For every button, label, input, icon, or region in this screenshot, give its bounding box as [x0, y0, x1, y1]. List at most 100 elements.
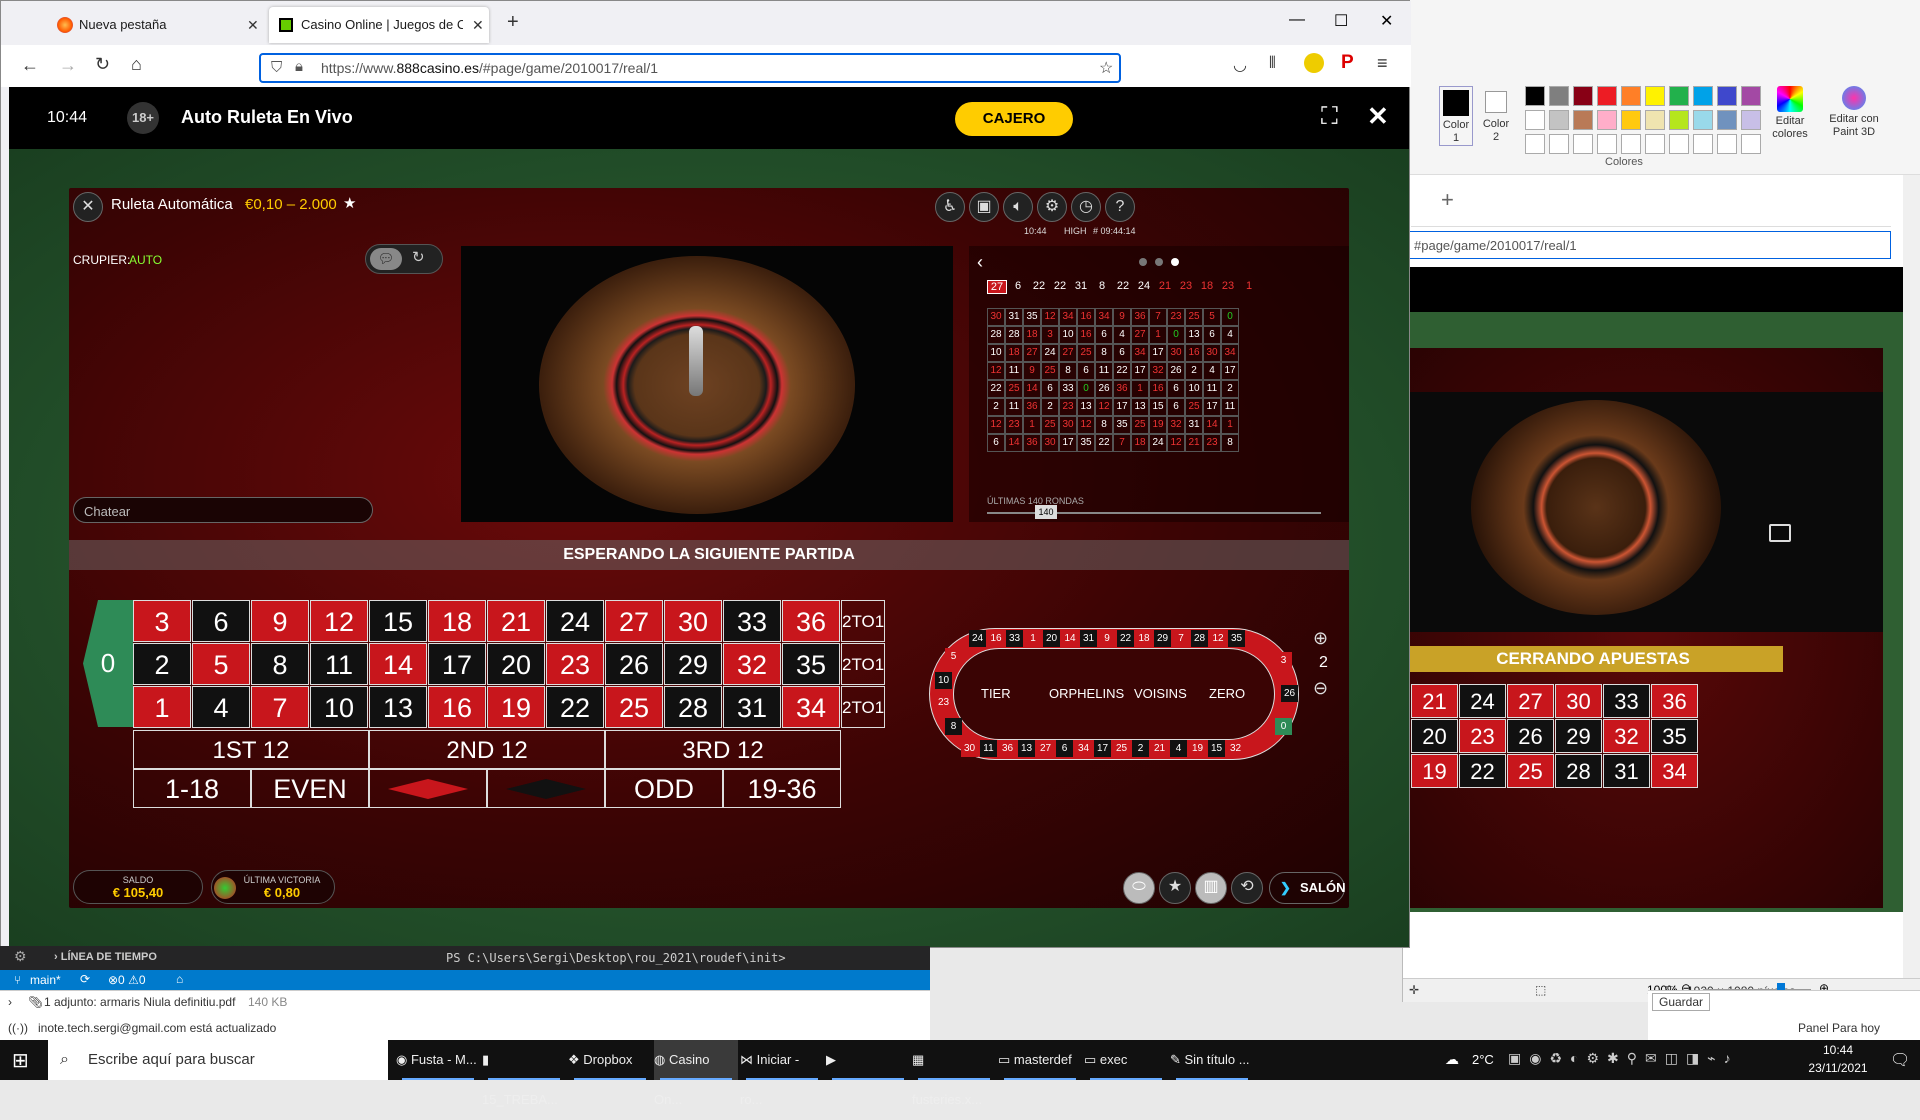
- pocket-icon[interactable]: ◡: [1233, 55, 1247, 75]
- racetrack-number[interactable]: 0: [1275, 718, 1292, 735]
- racetrack-number[interactable]: 19: [1189, 740, 1206, 757]
- history-clock-icon[interactable]: ◷: [1071, 192, 1101, 222]
- number-cell[interactable]: 17: [428, 643, 486, 685]
- racetrack-number[interactable]: 34: [1075, 740, 1092, 757]
- palette-swatch[interactable]: [1621, 86, 1641, 106]
- page-dot[interactable]: [1139, 258, 1147, 266]
- racetrack-number[interactable]: 14: [1061, 630, 1079, 647]
- palette-swatch[interactable]: [1549, 86, 1569, 106]
- number-cell[interactable]: 5: [192, 643, 250, 685]
- palette-swatch-empty[interactable]: [1669, 134, 1689, 154]
- racetrack-number[interactable]: 31: [1080, 630, 1097, 647]
- racetrack-number[interactable]: 28: [1191, 630, 1208, 647]
- number-cell[interactable]: 16: [428, 686, 486, 728]
- palette-swatch[interactable]: [1645, 86, 1665, 106]
- palette-swatch[interactable]: [1525, 110, 1545, 130]
- number-cell[interactable]: 35: [782, 643, 840, 685]
- racetrack-number[interactable]: 24: [969, 630, 986, 647]
- taskbar-app[interactable]: ◉ Fusta - M...: [396, 1040, 480, 1080]
- number-cell[interactable]: 14: [369, 643, 427, 685]
- number-cell[interactable]: 28: [664, 686, 722, 728]
- favorites-star-icon[interactable]: ★: [1159, 872, 1191, 904]
- number-cell[interactable]: 4: [192, 686, 250, 728]
- taskbar-app[interactable]: ▮ 15_TREBA...: [482, 1040, 566, 1107]
- close-tab-icon[interactable]: ✕: [472, 17, 484, 34]
- racetrack-number[interactable]: 13: [1018, 740, 1035, 757]
- racetrack-number[interactable]: 4: [1170, 740, 1187, 757]
- expand-icon[interactable]: [1769, 524, 1791, 542]
- close-game-panel-icon[interactable]: ✕: [73, 192, 103, 222]
- pinterest-icon[interactable]: P: [1341, 52, 1354, 74]
- racetrack-number[interactable]: 6: [1056, 740, 1073, 757]
- minimize-icon[interactable]: —: [1289, 11, 1305, 29]
- library-icon[interactable]: ⫴: [1269, 55, 1276, 73]
- git-branch[interactable]: main*: [30, 973, 61, 987]
- taskbar-search[interactable]: ⌕ Escribe aquí para buscar: [48, 1040, 388, 1080]
- history-slider-thumb[interactable]: 140: [1035, 505, 1057, 519]
- racetrack-number[interactable]: 23: [935, 694, 952, 711]
- number-cell[interactable]: 2: [133, 643, 191, 685]
- attachment-name[interactable]: 1 adjunto: armaris Niula definitiu.pdf: [44, 995, 235, 1009]
- black-bet[interactable]: [487, 769, 605, 808]
- maximize-icon[interactable]: ☐: [1334, 11, 1348, 31]
- statistics-icon[interactable]: ▥: [1195, 872, 1227, 904]
- racetrack-number[interactable]: 33: [1006, 630, 1023, 647]
- palette-swatch[interactable]: [1525, 86, 1545, 106]
- paint-vscroll[interactable]: [1903, 175, 1920, 978]
- palette-swatch-empty[interactable]: [1621, 134, 1641, 154]
- palette-swatch[interactable]: [1597, 86, 1617, 106]
- racetrack-number[interactable]: 10: [935, 672, 952, 689]
- cashier-button[interactable]: CAJERO: [955, 102, 1073, 136]
- dozen-bet[interactable]: 1ST 12: [133, 730, 369, 769]
- race-voisins[interactable]: VOISINS: [1134, 686, 1187, 701]
- number-cell[interactable]: 1: [133, 686, 191, 728]
- system-tray-icons[interactable]: ▣◉♻◐⚙✱⚲✉◫◨⌁♪: [1508, 1050, 1808, 1070]
- timeline-section[interactable]: › LÍNEA DE TIEMPO: [54, 951, 157, 963]
- chevron-right-icon[interactable]: ›: [8, 995, 12, 1009]
- rotate-icon[interactable]: ↻: [412, 248, 425, 266]
- extension-icon[interactable]: [1304, 53, 1324, 73]
- number-cell[interactable]: 20: [487, 643, 545, 685]
- palette-swatch-empty[interactable]: [1645, 134, 1665, 154]
- number-cell[interactable]: 26: [605, 643, 663, 685]
- racetrack-number[interactable]: 5: [945, 648, 962, 665]
- number-cell[interactable]: 10: [310, 686, 368, 728]
- racetrack-number[interactable]: 17: [1094, 740, 1111, 757]
- shield-icon[interactable]: ⛉: [271, 59, 282, 76]
- race-minus-icon[interactable]: ⊖: [1313, 678, 1328, 699]
- number-cell[interactable]: 22: [546, 686, 604, 728]
- help-icon[interactable]: ?: [1105, 192, 1135, 222]
- palette-swatch[interactable]: [1717, 110, 1737, 130]
- palette-swatch[interactable]: [1573, 110, 1593, 130]
- racetrack-number[interactable]: 22: [1117, 630, 1134, 647]
- color2-button[interactable]: Color 2: [1479, 86, 1513, 146]
- taskbar-app[interactable]: ❖ Dropbox: [568, 1040, 652, 1080]
- number-cell[interactable]: 24: [546, 600, 604, 642]
- racetrack-number[interactable]: 30: [961, 740, 978, 757]
- racetrack-number[interactable]: 9: [1098, 630, 1116, 647]
- racetrack-number[interactable]: 2: [1132, 740, 1149, 757]
- racetrack-number[interactable]: 25: [1113, 740, 1130, 757]
- branch-icon[interactable]: ⑂: [14, 973, 21, 987]
- number-cell[interactable]: 27: [605, 600, 663, 642]
- url-bar[interactable]: ⛉ 🔒︎ https://www.888casino.es/#page/game…: [259, 53, 1121, 83]
- racetrack-number[interactable]: 3: [1275, 652, 1292, 669]
- race-zero[interactable]: ZERO: [1209, 686, 1245, 701]
- number-cell[interactable]: 3: [133, 600, 191, 642]
- home-icon[interactable]: ⌂: [131, 54, 142, 75]
- lobby-button[interactable]: ❯ SALÓN: [1269, 872, 1346, 904]
- taskbar-app[interactable]: ◍ Casino On...: [654, 1040, 738, 1107]
- even-money-bet[interactable]: 19-36: [723, 769, 841, 808]
- dozen-bet[interactable]: 3RD 12: [605, 730, 841, 769]
- dozen-bet[interactable]: 2ND 12: [369, 730, 605, 769]
- palette-swatch[interactable]: [1717, 86, 1737, 106]
- palette-swatch-empty[interactable]: [1693, 134, 1713, 154]
- sync-icon[interactable]: ⟳: [80, 972, 90, 986]
- column-bet[interactable]: 2TO1: [841, 600, 885, 642]
- palette-swatch[interactable]: [1597, 110, 1617, 130]
- racetrack-number[interactable]: 1: [1024, 630, 1042, 647]
- terminal-prompt[interactable]: PS C:\Users\Sergi\Desktop\rou_2021\roude…: [446, 951, 786, 965]
- palette-swatch-empty[interactable]: [1597, 134, 1617, 154]
- racetrack-number[interactable]: 18: [1135, 630, 1153, 647]
- racetrack-number[interactable]: 12: [1209, 630, 1227, 647]
